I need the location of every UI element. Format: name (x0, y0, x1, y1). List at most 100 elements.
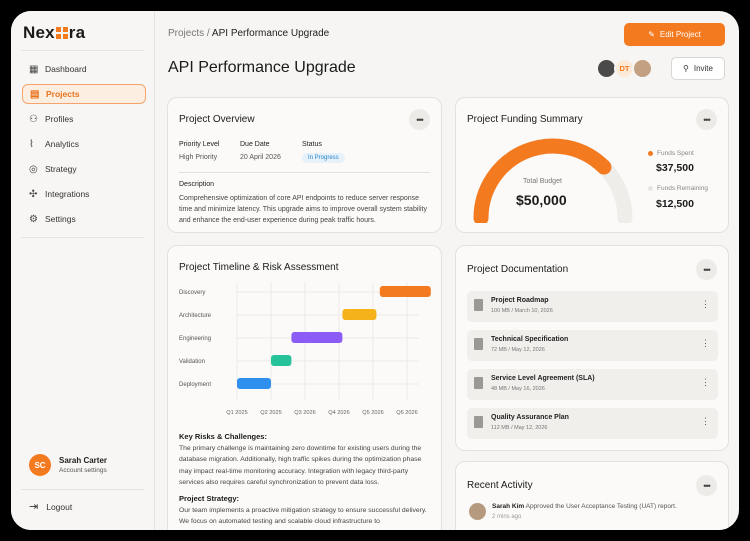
logout-button[interactable]: ⇥ Logout (29, 500, 72, 513)
avatar (469, 503, 486, 520)
card-title: Project Documentation (467, 264, 569, 275)
file-icon (474, 299, 483, 311)
description-text: Comprehensive optimization of core API e… (179, 195, 427, 224)
total-budget-label: Total Budget (523, 178, 562, 185)
row-label: Architecture (179, 313, 212, 319)
sidebar: Nex ra ▦ Dashboard ▤ Projects ⚇ Profiles ⌇ An… (11, 11, 155, 530)
invite-button[interactable]: ⚲ Invite (671, 57, 725, 80)
account-settings-link[interactable]: Account settings (59, 467, 107, 474)
file-icon (474, 338, 483, 350)
description-label: Description (179, 181, 215, 188)
timeline-chart: Discovery Architecture Engineering Validati… (179, 282, 431, 416)
strategy-text: Our team implements a proactive mitigati… (179, 507, 427, 526)
sidebar-item-dashboard[interactable]: ▦ Dashboard (22, 59, 146, 79)
priority-label: Priority Level (179, 141, 220, 148)
funds-remaining-value: $12,500 (656, 198, 694, 210)
timeline-bar[interactable] (379, 286, 431, 297)
document-icon: ▤ (30, 88, 40, 100)
sidebar-item-analytics[interactable]: ⌇ Analytics (22, 134, 146, 154)
risks-text: The primary challenge is maintaining zer… (179, 445, 422, 486)
legend-dot (648, 186, 653, 191)
funds-spent-value: $37,500 (656, 162, 694, 174)
grid-icon: ▦ (29, 63, 39, 75)
app-window: Nex ra ▦ Dashboard ▤ Projects ⚇ Profiles ⌇ An… (11, 11, 739, 530)
file-icon (474, 377, 483, 389)
user-profile[interactable]: SC Sarah Carter Account settings (29, 454, 107, 476)
more-options-button[interactable]: ••• (696, 259, 717, 280)
breadcrumb-parent[interactable]: Projects (168, 28, 204, 39)
row-label: Discovery (179, 290, 205, 296)
kebab-menu-icon[interactable]: ⋮ (701, 416, 710, 427)
tick-label: Q6 2026 (396, 410, 417, 416)
status-badge: In Progress (302, 153, 345, 163)
user-name: Sarah Carter (59, 456, 108, 465)
logo: Nex ra (23, 23, 86, 42)
funds-spent-legend: Funds Spent (648, 150, 694, 157)
kebab-menu-icon[interactable]: ⋮ (701, 377, 710, 388)
document-item[interactable]: Technical Specification 72 MB / May 12, 2… (467, 330, 718, 361)
divider (21, 50, 144, 51)
sidebar-item-profiles[interactable]: ⚇ Profiles (22, 109, 146, 129)
kebab-menu-icon[interactable]: ⋮ (701, 338, 710, 349)
timeline-bar[interactable] (342, 309, 377, 320)
divider (179, 172, 430, 173)
tick-label: Q4 2026 (328, 410, 349, 416)
timeline-bar[interactable] (237, 378, 271, 389)
logout-icon: ⇥ (29, 501, 39, 513)
card-title: Recent Activity (467, 480, 533, 491)
card-title: Project Overview (179, 114, 255, 125)
total-budget-value: $50,000 (516, 192, 567, 208)
card-title: Project Funding Summary (467, 114, 583, 125)
more-options-button[interactable]: ••• (409, 109, 430, 130)
pencil-icon: ✎ (648, 30, 655, 39)
divider (21, 489, 144, 490)
timeline-bar[interactable] (271, 355, 292, 366)
document-item[interactable]: Project Roadmap 100 MB / March 10, 2026 ⋮ (467, 291, 718, 322)
row-label: Validation (179, 359, 205, 365)
tick-label: Q1 2025 (226, 410, 247, 416)
more-options-button[interactable]: ••• (696, 475, 717, 496)
team-avatars: DT (596, 58, 653, 79)
page-title: API Performance Upgrade (168, 59, 356, 76)
breadcrumb: Projects / API Performance Upgrade (168, 28, 330, 39)
edit-project-button[interactable]: ✎ Edit Project (624, 23, 725, 46)
tick-label: Q2 2025 (260, 410, 281, 416)
priority-value: High Priority (179, 154, 218, 161)
funds-remaining-legend: Funds Remaining (648, 185, 708, 192)
row-label: Engineering (179, 336, 211, 342)
puzzle-icon: ✣ (29, 188, 38, 200)
sidebar-item-projects[interactable]: ▤ Projects (22, 84, 146, 104)
breadcrumb-current: API Performance Upgrade (211, 28, 330, 39)
document-item[interactable]: Quality Assurance Plan 112 MB / May 12, 2… (467, 408, 718, 439)
recent-activity-card: Recent Activity ••• Sarah Kim Approved t… (455, 461, 729, 530)
strategy-heading: Project Strategy: (179, 494, 240, 503)
risks-heading: Key Risks & Challenges: (179, 432, 267, 441)
sidebar-item-integrations[interactable]: ✣ Integrations (22, 184, 146, 204)
divider (21, 237, 144, 238)
tick-label: Q3 2026 (294, 410, 315, 416)
project-overview-card: Project Overview ••• Priority Level High… (167, 97, 442, 233)
due-date-value: 20 April 2026 (240, 154, 281, 161)
user-icon: ⚲ (683, 64, 689, 73)
card-title: Project Timeline & Risk Assessment (179, 262, 339, 273)
tick-label: Q5 2026 (362, 410, 383, 416)
chart-icon: ⌇ (29, 138, 34, 150)
funding-summary-card: Project Funding Summary ••• Total Budget… (455, 97, 729, 233)
row-label: Deployment (179, 382, 211, 388)
timeline-bar[interactable] (291, 332, 343, 343)
target-icon: ◎ (29, 163, 38, 175)
users-icon: ⚇ (29, 113, 38, 125)
avatar[interactable] (632, 58, 653, 79)
legend-dot (648, 151, 653, 156)
timeline-risk-card: Project Timeline & Risk Assessment Disco… (167, 245, 442, 530)
file-icon (474, 416, 483, 428)
documentation-card: Project Documentation ••• Project Roadma… (455, 245, 729, 451)
document-item[interactable]: Service Level Agreement (SLA) 48 MB / May… (467, 369, 718, 400)
kebab-menu-icon[interactable]: ⋮ (701, 299, 710, 310)
activity-item: Sarah Kim Approved the User Acceptance T… (469, 503, 677, 520)
logo-mark-icon (55, 27, 68, 39)
more-options-button[interactable]: ••• (696, 109, 717, 130)
sidebar-item-settings[interactable]: ⚙ Settings (22, 209, 146, 229)
sidebar-item-strategy[interactable]: ◎ Strategy (22, 159, 146, 179)
gear-icon: ⚙ (29, 213, 38, 225)
